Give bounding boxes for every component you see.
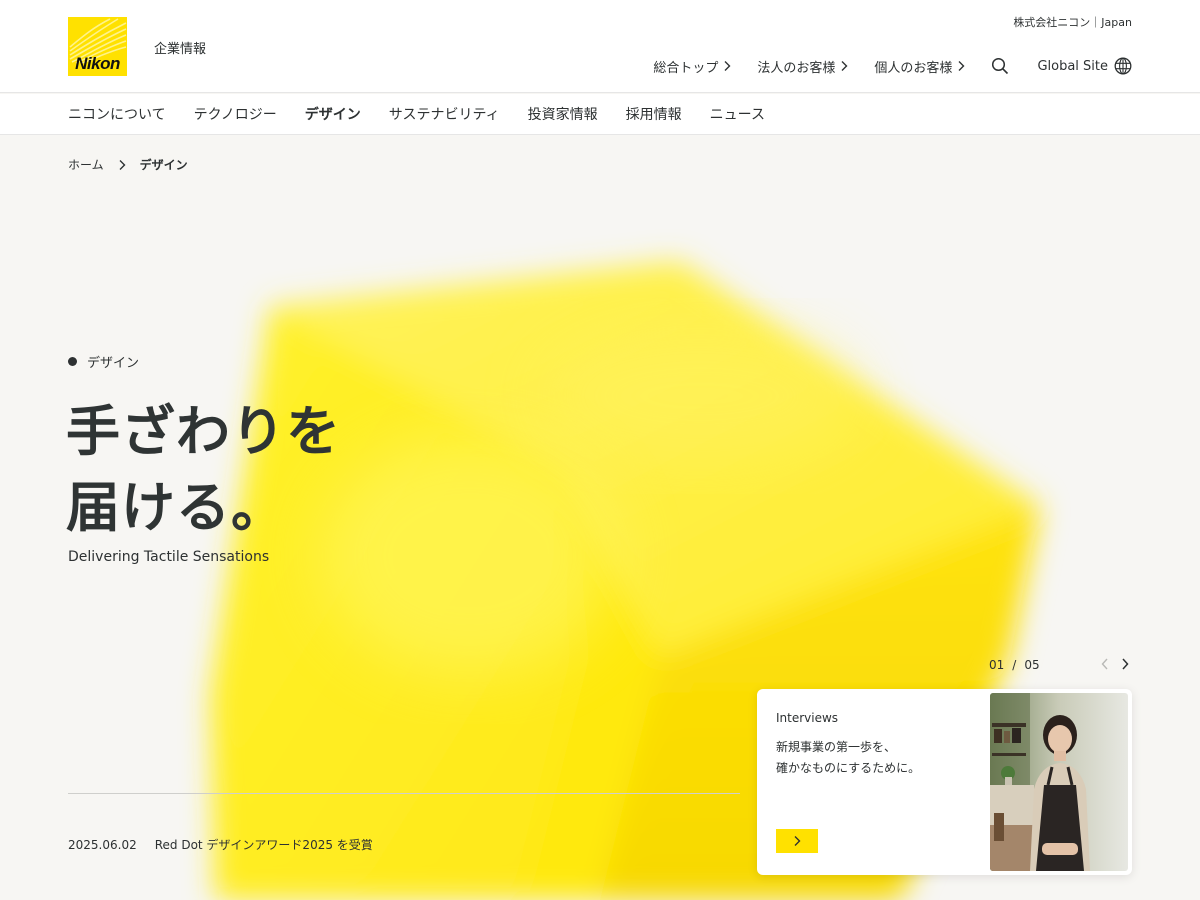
chevron-right-icon [724,61,731,71]
pager-total: 05 [1024,658,1040,672]
top-nav-label: 総合トップ [653,60,719,76]
utility-nav: 総合トップ 法人のお客様 個人のお客様 Global Site [653,54,1132,78]
hero-subtitle: Delivering Tactile Sensations [68,549,270,565]
logo-wordmark: Nikon [75,54,120,73]
hero-title-line-1: 手ざわりを [66,400,341,463]
chevron-right-icon [118,159,126,171]
section-label-text: デザイン [87,356,140,371]
news-item[interactable]: 2025.06.02 Red Dot デザインアワード2025 を受賞 [68,836,373,853]
main-nav: ニコンについて テクノロジー デザイン サステナビリティ 投資家情報 採用情報 … [0,94,1200,135]
hero-title-line-2: 届ける。 [66,476,286,539]
nav-item-careers[interactable]: 採用情報 [626,104,682,124]
nav-item-technology[interactable]: テクノロジー [194,104,277,124]
top-nav-home[interactable]: 総合トップ [653,57,731,76]
chevron-right-icon [841,61,848,71]
nav-item-design[interactable]: デザイン [305,104,361,124]
search-icon [992,57,1009,75]
card-headline-line-2: 確かなものにするために。 [776,761,921,775]
top-nav-label: 個人のお客様 [874,60,953,76]
search-button[interactable] [991,57,1009,75]
nav-item-sustainability[interactable]: サステナビリティ [389,104,500,124]
breadcrumb-current: デザイン [139,158,188,172]
corporate-info-label: 企業情報 [154,42,207,57]
top-nav-business[interactable]: 法人のお客様 [757,57,848,76]
chevron-left-icon [1101,658,1108,670]
card-category: Interviews [776,711,839,725]
site-header: Nikon 企業情報 株式会社ニコン｜Japan 総合トップ 法人のお客様 個人… [0,0,1200,93]
top-nav-label: 法人のお客様 [757,60,836,76]
interview-card[interactable]: Interviews 新規事業の第一歩を、 確かなものにするために。 [757,689,1132,875]
nav-item-investors[interactable]: 投資家情報 [528,104,598,124]
pager-current: 01 [989,658,1005,672]
card-read-more-button[interactable] [776,829,818,853]
pager-separator: / [1012,658,1017,672]
hero-title: 手ざわりを 届ける。 [66,394,566,546]
hero-section: ホーム デザイン デザイン 手ざわりを 届ける。 Delivering Tact… [0,136,1200,900]
nikon-logo[interactable]: Nikon [68,17,127,76]
top-nav-personal[interactable]: 個人のお客様 [874,57,965,76]
global-site-label: Global Site [1037,58,1108,74]
global-site-link[interactable]: Global Site [1037,57,1132,75]
news-title: Red Dot デザインアワード2025 を受賞 [154,838,373,852]
card-headline-line-1: 新規事業の第一歩を、 [776,740,897,754]
nav-item-news[interactable]: ニュース [710,104,765,124]
breadcrumb-home[interactable]: ホーム [68,156,104,173]
interviewee-photo [990,693,1128,871]
region-link[interactable]: 株式会社ニコン｜Japan [1013,14,1132,30]
bullet-dot-icon [68,357,77,366]
chevron-right-icon [1122,658,1129,670]
carousel-pager: 01 / 05 [989,658,1040,672]
card-headline: 新規事業の第一歩を、 確かなものにするために。 [776,737,976,779]
chevron-right-icon [794,836,801,846]
news-date: 2025.06.02 [68,837,137,852]
breadcrumb: ホーム デザイン [68,156,188,173]
section-label: デザイン [68,352,139,371]
globe-icon [1114,57,1132,75]
section-divider [68,793,740,794]
chevron-right-icon [958,61,965,71]
carousel-prev-button[interactable] [1099,657,1111,671]
nav-item-about[interactable]: ニコンについて [68,104,166,124]
carousel-next-button[interactable] [1119,657,1131,671]
